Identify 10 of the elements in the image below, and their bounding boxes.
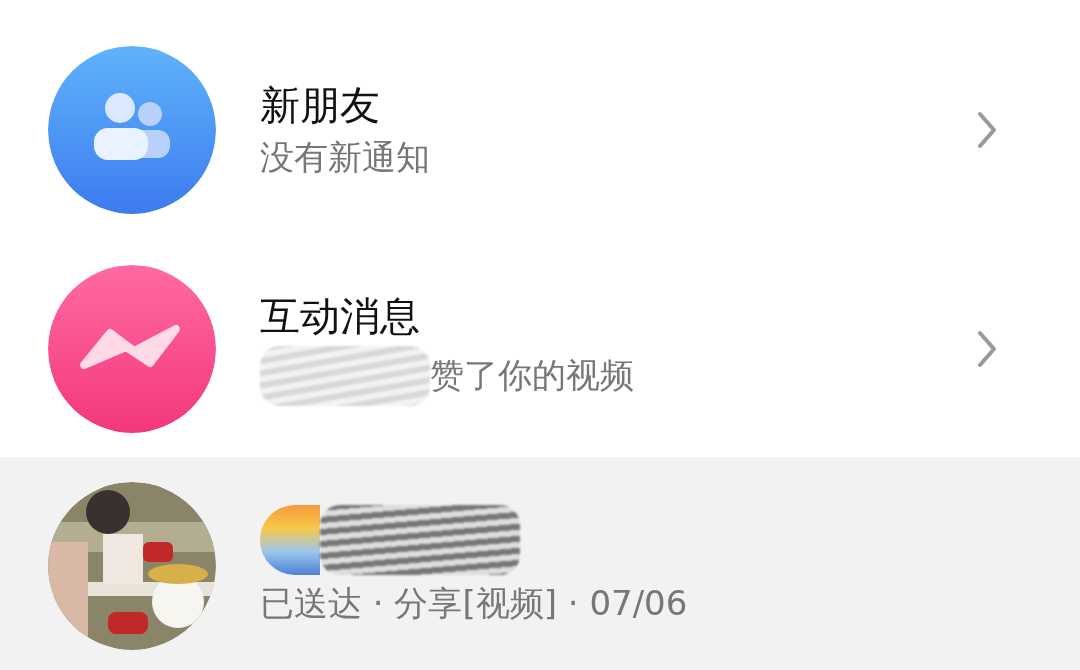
item-title: 新朋友: [260, 80, 380, 129]
chat-list-item[interactable]: 互动消息 赞了你的视频: [0, 240, 1080, 457]
item-subtitle: 没有新通知: [260, 135, 430, 179]
item-title: 互动消息: [260, 291, 420, 340]
item-subtitle: 已送达 · 分享[视频] · 07/06: [260, 582, 688, 626]
lightning-icon: [48, 264, 216, 433]
item-subtitle: 赞了你的视频: [430, 354, 634, 398]
chat-list-item[interactable]: 新朋友 没有新通知: [0, 0, 1080, 240]
chat-list-item[interactable]: 已送达 · 分享[视频] · 07/06: [0, 457, 1080, 670]
friends-icon: [48, 46, 216, 214]
